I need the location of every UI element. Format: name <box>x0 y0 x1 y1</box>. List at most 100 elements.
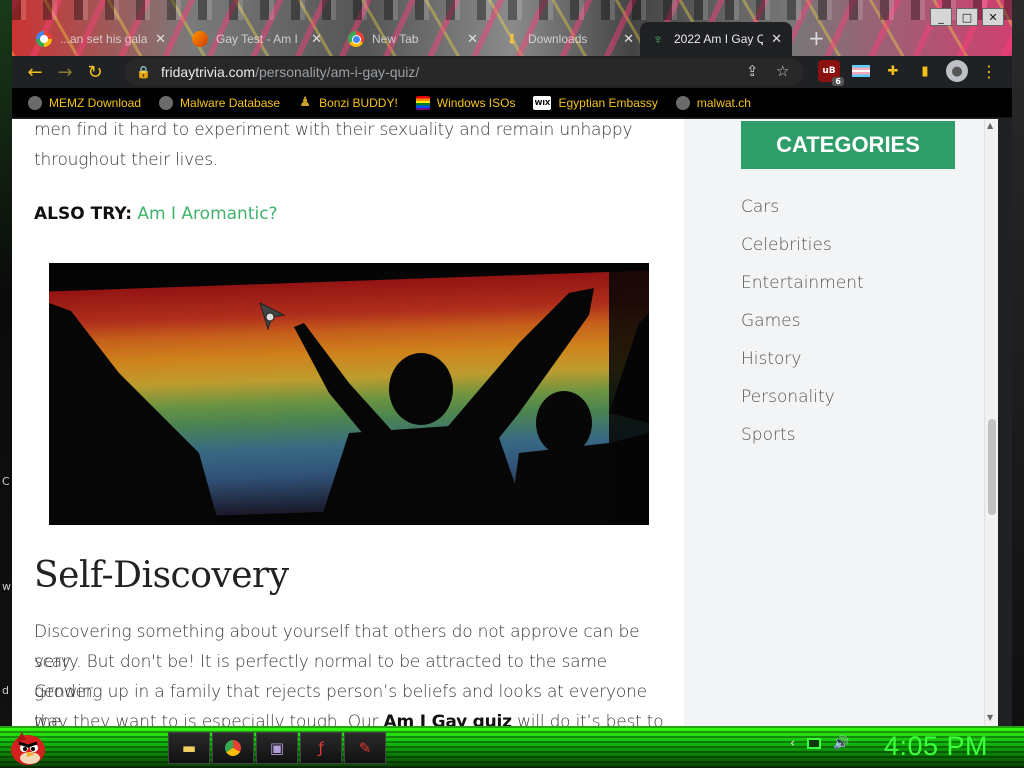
network-icon[interactable] <box>807 738 822 749</box>
scrollbar-thumb[interactable] <box>988 419 996 515</box>
forward-button[interactable]: → <box>50 57 80 87</box>
intro-line: throughout their lives. <box>34 150 219 170</box>
tab-title: 2022 Am I Gay Q <box>674 32 764 46</box>
taskbar-explorer-folder-icon[interactable]: ▬ <box>168 732 210 764</box>
article-column: men find it hard to experiment with thei… <box>12 119 684 726</box>
tab-downloads[interactable]: ⬇ Downloads ✕ <box>494 22 644 56</box>
desktop-icon-label: d <box>2 684 9 697</box>
volume-icon[interactable]: 🔊 <box>833 736 849 751</box>
chrome-icon <box>348 31 364 47</box>
lock-icon[interactable]: 🔒 <box>136 65 151 79</box>
close-icon[interactable]: ✕ <box>771 32 782 47</box>
tab-gay-test[interactable]: Gay Test - Am I ✕ <box>182 22 332 56</box>
intro-line: men find it hard to experiment with thei… <box>34 120 633 140</box>
firefox-icon <box>192 31 208 47</box>
close-icon[interactable]: ✕ <box>311 32 322 47</box>
paragraph-line: way they want to is especially tough. Ou… <box>34 707 664 726</box>
crowd-silhouette-image <box>49 263 649 525</box>
close-icon[interactable]: ✕ <box>623 32 634 47</box>
bookmark-malware-database[interactable]: Malware Database <box>159 95 281 110</box>
bookmark-malwatch[interactable]: malwat.ch <box>675 95 751 110</box>
bookmark-memz[interactable]: MEMZ Download <box>28 95 141 110</box>
quiz-link[interactable]: Am I Gay quiz <box>384 712 513 726</box>
reload-button[interactable]: ↻ <box>80 57 110 87</box>
browser-toolbar: ← → ↻ 🔒 fridaytrivia.com/personality/am-… <box>12 56 1012 88</box>
taskbar: ▬ ▣ ƒ ✎ ‹ 🔊 4:05 PM <box>0 726 1024 768</box>
category-games[interactable]: Games <box>741 311 864 349</box>
scroll-down-icon[interactable]: ▼ <box>987 713 993 722</box>
minimize-button[interactable]: _ <box>930 8 952 26</box>
rainbow-flag-icon <box>415 95 430 110</box>
ublock-badge: 6 <box>832 77 844 86</box>
trans-flag-icon <box>852 65 870 77</box>
web-page: men find it hard to experiment with thei… <box>12 119 998 726</box>
tab-new-tab[interactable]: New Tab ✕ <box>338 22 488 56</box>
menu-kebab-icon[interactable]: ⋮ <box>978 60 1000 82</box>
close-icon[interactable]: ✕ <box>467 32 478 47</box>
category-cars[interactable]: Cars <box>741 197 864 235</box>
paragraph-text: way they want to is especially tough. Ou… <box>34 712 379 726</box>
bookmark-egyptian-embassy[interactable]: WIX Egyptian Embassy <box>533 95 658 110</box>
category-entertainment[interactable]: Entertainment <box>741 273 864 311</box>
taskbar-chrome-icon[interactable] <box>212 732 254 764</box>
globe-icon <box>675 95 690 110</box>
globe-icon <box>28 95 42 110</box>
tab-title: New Tab <box>372 32 419 46</box>
tab-google[interactable]: ...an set his gala... ✕ <box>26 22 176 56</box>
pride-flag-photo <box>49 263 649 525</box>
ublock-icon[interactable]: uB 6 <box>818 60 844 86</box>
categories-list: Cars Celebrities Entertainment Games His… <box>741 197 864 463</box>
wix-icon: WIX <box>533 95 552 110</box>
maximize-button[interactable]: □ <box>956 8 978 26</box>
scroll-up-icon[interactable]: ▲ <box>987 121 993 130</box>
extensions-area: uB 6 ✚ ▮ ● ⋮ <box>818 60 1000 86</box>
tray-chevron-icon[interactable]: ‹ <box>790 736 795 751</box>
tab-title: Gay Test - Am I <box>216 32 298 46</box>
desktop-icon-label: w <box>2 580 11 593</box>
bookmarks-bar: MEMZ Download Malware Database ♟ Bonzi B… <box>12 88 1012 118</box>
bookmark-label: Malware Database <box>180 95 281 110</box>
category-celebrities[interactable]: Celebrities <box>741 235 864 273</box>
bookmark-star-icon[interactable]: ☆ <box>776 62 789 80</box>
globe-icon <box>159 95 174 110</box>
profile-avatar-icon[interactable]: ● <box>946 60 968 82</box>
desktop-left-edge: C w d <box>0 0 12 730</box>
mouse-cursor-icon <box>259 302 286 331</box>
category-personality[interactable]: Personality <box>741 387 864 425</box>
new-tab-button[interactable]: + <box>808 26 825 50</box>
tab-active-quiz[interactable]: ♆ 2022 Am I Gay Q ✕ <box>640 22 792 56</box>
category-history[interactable]: History <box>741 349 864 387</box>
desktop-right-edge <box>1012 0 1024 730</box>
taskbar-clock[interactable]: 4:05 PM <box>884 731 988 762</box>
also-try-link[interactable]: Am I Aromantic? <box>137 204 277 224</box>
page-scrollbar[interactable]: ▲ ▼ <box>984 119 998 726</box>
side-panel-icon[interactable]: ▮ <box>914 60 936 82</box>
bookmark-windows-isos[interactable]: Windows ISOs <box>415 95 515 110</box>
start-button-angry-bird-icon[interactable] <box>8 728 48 766</box>
back-button[interactable]: ← <box>20 57 50 87</box>
desktop-icon-label: C <box>2 475 10 488</box>
also-try-label: ALSO TRY: <box>34 204 132 224</box>
pride-flag-extension[interactable] <box>850 60 872 82</box>
site-icon: ♆ <box>652 31 664 47</box>
section-heading: Self-Discovery <box>34 555 289 596</box>
also-try-row: ALSO TRY: Am I Aromantic? <box>34 204 278 224</box>
extensions-puzzle-icon[interactable]: ✚ <box>882 60 904 82</box>
categories-header: CATEGORIES <box>741 121 955 169</box>
close-window-button[interactable]: ✕ <box>982 8 1004 26</box>
taskbar-flash-icon[interactable]: ƒ <box>300 732 342 764</box>
taskbar-app-purple-icon[interactable]: ▣ <box>256 732 298 764</box>
close-icon[interactable]: ✕ <box>155 32 166 47</box>
category-sports[interactable]: Sports <box>741 425 864 463</box>
sidebar: CATEGORIES Cars Celebrities Entertainmen… <box>684 119 998 726</box>
share-icon[interactable]: ⇪ <box>746 62 759 80</box>
address-bar[interactable]: 🔒 fridaytrivia.com/personality/am-i-gay-… <box>124 58 804 86</box>
window-controls: _ □ ✕ <box>930 8 1004 26</box>
bookmark-label: malwat.ch <box>696 95 751 110</box>
taskbar-pdf-icon[interactable]: ✎ <box>344 732 386 764</box>
paragraph-text: will do it’s best to <box>517 712 664 726</box>
bookmark-label: Bonzi BUDDY! <box>319 95 398 110</box>
bookmark-bonzi-buddy[interactable]: ♟ Bonzi BUDDY! <box>298 95 398 110</box>
browser-window: _ □ ✕ ...an set his gala... ✕ Gay Test -… <box>12 0 1012 726</box>
tab-strip: _ □ ✕ ...an set his gala... ✕ Gay Test -… <box>12 0 1012 56</box>
